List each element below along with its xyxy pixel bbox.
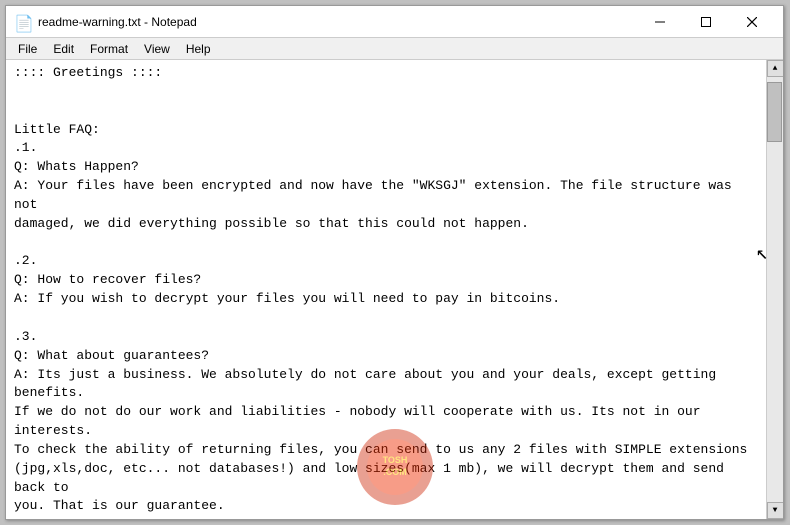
minimize-button[interactable] xyxy=(637,6,683,38)
window-controls xyxy=(637,6,775,38)
scroll-up-button[interactable]: ▲ xyxy=(767,60,784,77)
scroll-track[interactable] xyxy=(767,77,783,502)
window-title: readme-warning.txt - Notepad xyxy=(38,15,197,29)
scroll-thumb[interactable] xyxy=(767,82,782,142)
maximize-button[interactable] xyxy=(683,6,729,38)
close-button[interactable] xyxy=(729,6,775,38)
content-area: :::: Greetings :::: Little FAQ: .1. Q: W… xyxy=(6,60,783,519)
title-bar-left: 📄 readme-warning.txt - Notepad xyxy=(14,14,197,30)
menu-file[interactable]: File xyxy=(10,40,45,58)
menu-edit[interactable]: Edit xyxy=(45,40,82,58)
scrollbar[interactable]: ▲ ▼ xyxy=(766,60,783,519)
app-icon: 📄 xyxy=(14,14,30,30)
notepad-window: 📄 readme-warning.txt - Notepad xyxy=(5,5,784,520)
scroll-down-button[interactable]: ▼ xyxy=(767,502,784,519)
menu-format[interactable]: Format xyxy=(82,40,136,58)
title-bar: 📄 readme-warning.txt - Notepad xyxy=(6,6,783,38)
text-editor[interactable]: :::: Greetings :::: Little FAQ: .1. Q: W… xyxy=(6,60,766,519)
menu-help[interactable]: Help xyxy=(178,40,219,58)
menu-view[interactable]: View xyxy=(136,40,178,58)
menu-bar: File Edit Format View Help xyxy=(6,38,783,60)
